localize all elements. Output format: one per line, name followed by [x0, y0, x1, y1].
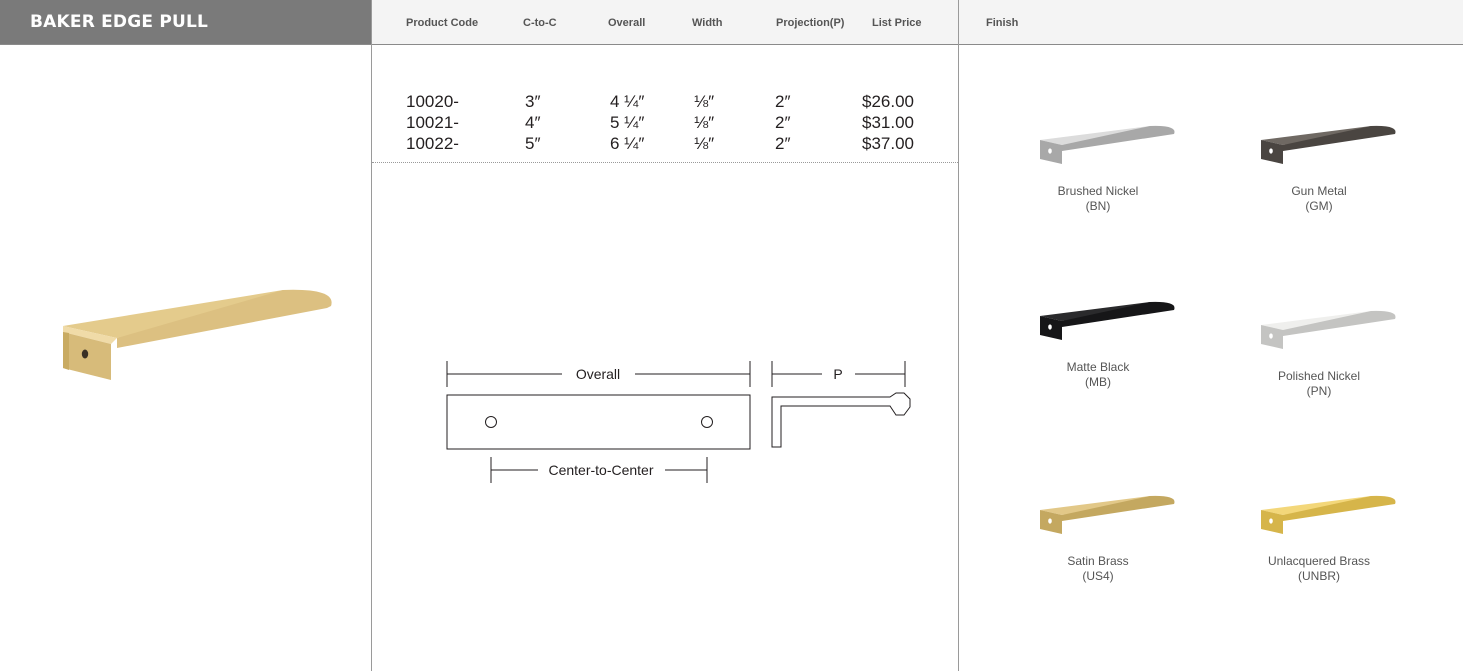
finish-satin-brass: Satin Brass (US4)	[1003, 492, 1193, 584]
swatch-satin-brass	[1040, 495, 1175, 534]
finish-code: (US4)	[1082, 569, 1114, 583]
pull-mount-edge	[63, 332, 69, 370]
swatch-matte-black	[1040, 301, 1175, 340]
table-cell: ⅛″	[694, 134, 715, 153]
product-image	[63, 289, 332, 380]
table-cell: ⅛″	[694, 113, 715, 132]
swatch-gun-metal	[1261, 125, 1396, 164]
table-cell: 2″	[775, 134, 791, 153]
spec-header: Product Code C-to-C Overall Width Projec…	[372, 0, 958, 45]
divider-left	[371, 0, 372, 671]
front-view-body	[446, 394, 751, 450]
header-list-price: List Price	[872, 17, 922, 29]
finish-name: Polished Nickel	[1277, 369, 1361, 383]
finish-polished-nickel: Polished Nickel (PN)	[1224, 307, 1414, 399]
side-profile	[771, 392, 911, 448]
finish-matte-black: Matte Black (MB)	[1003, 298, 1193, 390]
header-finish: Finish	[986, 17, 1019, 29]
header-width: Width	[692, 17, 723, 29]
finish-unlacquered-brass: Unlacquered Brass (UNBR)	[1224, 492, 1414, 584]
overall-label: Overall	[576, 366, 620, 382]
finish-name: Unlacquered Brass	[1267, 554, 1371, 568]
table-cell: 3″	[525, 92, 541, 111]
table-cell: 6 ¼″	[610, 134, 645, 153]
swatch-mount-hole	[1269, 148, 1273, 154]
finish-name: Gun Metal	[1291, 184, 1347, 198]
page-title: BAKER EDGE PULL	[30, 12, 209, 32]
header-projection: Projection(P)	[776, 17, 845, 29]
header-product-code: Product Code	[406, 17, 479, 29]
table-cell: 4 ¼″	[610, 92, 645, 111]
swatch-unlacquered-brass	[1261, 495, 1396, 534]
finish-code: (BN)	[1085, 199, 1111, 213]
center-to-center-label: Center-to-Center	[548, 462, 653, 478]
finish-name: Satin Brass	[1067, 554, 1129, 568]
table-cell: $31.00	[862, 113, 914, 132]
front-view-hole-right	[701, 416, 713, 428]
width-column: ⅛″ ⅛″ ⅛″	[694, 92, 714, 155]
finish-code: (GM)	[1305, 199, 1333, 213]
table-cell: 2″	[775, 113, 791, 132]
overall-column: 4 ¼″ 5 ¼″ 6 ¼″	[610, 92, 644, 155]
projection-column: 2″ 2″ 2″	[775, 92, 790, 155]
finish-brushed-nickel: Brushed Nickel (BN)	[1003, 122, 1193, 214]
table-cell: $26.00	[862, 92, 914, 111]
header-c-to-c: C-to-C	[523, 17, 557, 29]
mount-hole	[81, 349, 89, 359]
table-cell: 10021-	[406, 113, 459, 132]
swatch-mount-hole	[1048, 148, 1052, 154]
swatch-mount-hole	[1269, 518, 1273, 524]
divider-right	[958, 0, 959, 671]
swatch-mount-hole	[1048, 324, 1052, 330]
table-cell: 10022-	[406, 134, 459, 153]
title-bar: BAKER EDGE PULL	[0, 0, 371, 45]
finish-gun-metal: Gun Metal (GM)	[1224, 122, 1414, 214]
finish-name: Brushed Nickel	[1057, 184, 1139, 198]
front-view-hole-left	[485, 416, 497, 428]
table-cell: 2″	[775, 92, 791, 111]
table-cell: 4″	[525, 113, 541, 132]
header-overall: Overall	[608, 17, 646, 29]
price-column: $26.00 $31.00 $37.00	[862, 92, 914, 155]
table-cell: $37.00	[862, 134, 914, 153]
swatch-mount-hole	[1048, 518, 1052, 524]
table-cell: 5″	[525, 134, 541, 153]
dimension-diagram: Overall Center-to-Center P	[446, 361, 911, 483]
projection-label: P	[833, 366, 842, 382]
finish-name: Matte Black	[1066, 360, 1130, 374]
table-cell: 10020-	[406, 92, 459, 111]
swatch-brushed-nickel	[1040, 125, 1175, 164]
table-cell: ⅛″	[694, 92, 715, 111]
table-cell: 5 ¼″	[610, 113, 645, 132]
finish-header: Finish	[959, 0, 1463, 45]
swatch-mount-hole	[1269, 333, 1273, 339]
swatch-polished-nickel	[1261, 310, 1396, 349]
finish-code: (UNBR)	[1298, 569, 1340, 583]
table-separator	[372, 162, 958, 163]
finish-code: (MB)	[1085, 375, 1111, 389]
c-to-c-column: 3″ 4″ 5″	[525, 92, 540, 155]
finish-code: (PN)	[1306, 384, 1332, 398]
product-code-column: 10020- 10021- 10022-	[406, 92, 459, 155]
